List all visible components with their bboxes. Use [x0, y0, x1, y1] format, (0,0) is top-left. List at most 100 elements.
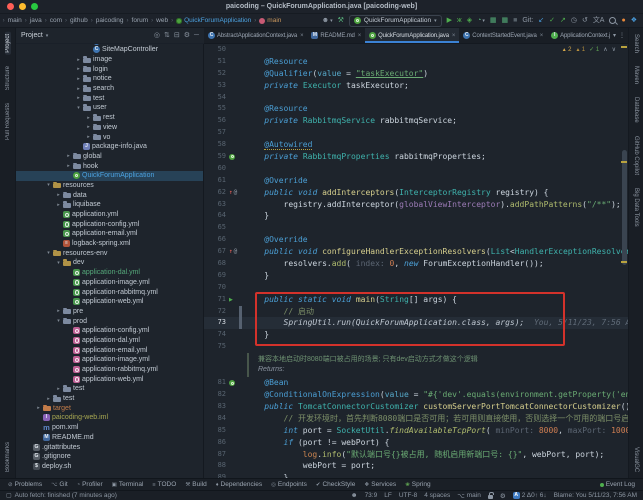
tree-item[interactable]: ▸ global — [16, 152, 203, 162]
tree-item[interactable]: application-config.yml — [16, 326, 203, 336]
tree-item[interactable]: ▸ notice — [16, 74, 203, 84]
tree-item[interactable]: ▾ resources-env — [16, 248, 203, 258]
tree-item[interactable]: ▸ target — [16, 403, 203, 413]
tree-item[interactable]: ≡ logback-spring.xml — [16, 239, 203, 249]
tree-item[interactable]: ▸ data — [16, 190, 203, 200]
stripe-button-project[interactable]: Project — [4, 32, 11, 55]
tree-item[interactable]: application-dal.yml — [16, 336, 203, 346]
project-panel-title[interactable]: Project — [21, 32, 43, 39]
tree-chevron-icon[interactable]: ▸ — [84, 124, 93, 130]
update-classes[interactable]: ▦ — [501, 16, 508, 26]
line-number[interactable]: 62 — [204, 187, 228, 199]
line-number[interactable]: 59 — [204, 151, 228, 163]
line-number[interactable]: 82 — [204, 389, 228, 401]
tree-item[interactable]: ▸ view — [16, 123, 203, 133]
line-number[interactable]: 52 — [204, 68, 228, 80]
tree-chevron-icon[interactable]: ▾ — [54, 318, 63, 324]
toolwindow-button-problems[interactable]: ⊘ Problems — [8, 481, 42, 488]
tree-item[interactable]: G .gitignore — [16, 452, 203, 462]
debug[interactable]: ж — [457, 16, 462, 26]
tree-item[interactable]: application-web.yml — [16, 297, 203, 307]
weak-warning-icon[interactable]: 1 — [575, 46, 585, 54]
line-number[interactable]: 69 — [204, 270, 228, 282]
spring-bean-icon[interactable] — [229, 153, 235, 160]
minimize-button[interactable] — [19, 3, 26, 10]
line-number[interactable]: 67 — [204, 246, 228, 258]
stripe-button-big-data-tools[interactable]: Big Data Tools — [633, 186, 639, 229]
line-number[interactable]: 53 — [204, 80, 228, 92]
toolwindow-button-todo[interactable]: ≡ TODO — [152, 481, 176, 488]
line-number[interactable]: 57 — [204, 127, 228, 139]
tree-chevron-icon[interactable]: ▾ — [74, 105, 83, 111]
line-number[interactable]: 50 — [204, 44, 228, 56]
line-number[interactable]: 54 — [204, 92, 228, 104]
tree-chevron-icon[interactable]: ▸ — [64, 163, 73, 169]
git-branch[interactable]: ⌥ main — [457, 492, 481, 500]
analyzer-widget[interactable]: A2 Δ0↑ 6↓ — [512, 492, 547, 499]
line-number[interactable]: 68 — [204, 258, 228, 270]
tree-chevron-icon[interactable]: ▸ — [54, 192, 63, 198]
code-editor[interactable]: 50 51 @Resource 52 @Qualifier(value = "tas… — [204, 44, 628, 478]
annotation-gutter-icon[interactable]: @ — [234, 187, 238, 199]
breadcrumb-item[interactable]: QuickForumApplication — [176, 17, 251, 24]
codota-dot[interactable]: ● — [621, 16, 625, 26]
line-number[interactable]: 55 — [204, 103, 228, 115]
breadcrumb-item[interactable]: forum — [132, 17, 149, 24]
tree-chevron-icon[interactable]: ▾ — [44, 250, 53, 256]
tree-item[interactable]: ▸ image — [16, 55, 203, 65]
warning-stripe-mark[interactable] — [621, 46, 627, 48]
close-button[interactable] — [7, 3, 14, 10]
line-number[interactable]: 56 — [204, 115, 228, 127]
tree-chevron-icon[interactable]: ▸ — [84, 134, 93, 140]
editor-tab[interactable]: M README.md × — [307, 28, 365, 43]
tree-item[interactable]: application-image.yml — [16, 355, 203, 365]
editor-tab[interactable]: C ContextStartedEvent.java × — [459, 28, 547, 43]
build-project[interactable]: ⚒ — [338, 16, 344, 26]
warning-stripe-mark[interactable] — [621, 261, 627, 263]
breadcrumb-item[interactable]: main — [8, 17, 22, 24]
git-push[interactable]: ↗ — [560, 16, 566, 26]
tree-chevron-icon[interactable]: ▸ — [84, 115, 93, 121]
breadcrumb-item[interactable]: com — [50, 17, 62, 24]
line-number[interactable]: 65 — [204, 222, 228, 234]
tree-item[interactable]: ▾ prod — [16, 316, 203, 326]
zoom-button[interactable] — [31, 3, 38, 10]
tree-item[interactable]: application-rabbitmq.yml — [16, 287, 203, 297]
tree-item[interactable]: Ipaicoding-web.iml — [16, 413, 203, 423]
search-everywhere[interactable] — [609, 17, 617, 24]
line-number[interactable]: 85 — [204, 425, 228, 437]
tree-chevron-icon[interactable]: ▸ — [54, 308, 63, 314]
close-icon[interactable]: × — [540, 33, 544, 39]
tree-item[interactable]: $ deploy.sh — [16, 462, 203, 472]
toolwindow-button-checkstyle[interactable]: ✔ CheckStyle — [316, 481, 355, 488]
line-number[interactable]: 61 — [204, 175, 228, 187]
tree-item[interactable]: application-rabbitmq.yml — [16, 365, 203, 375]
line-number[interactable]: 74 — [204, 329, 228, 341]
toolwindow-button-dependencies[interactable]: ♦ Dependencies — [216, 481, 262, 488]
tree-item[interactable]: application-email.yml — [16, 345, 203, 355]
line-number[interactable]: 64 — [204, 210, 228, 222]
tree-chevron-icon[interactable]: ▾ — [54, 260, 63, 266]
readonly-lock[interactable] — [487, 491, 494, 499]
settings-gear-icon[interactable]: ⚙ — [184, 32, 190, 39]
toolwindow-button-spring[interactable]: ❀ Spring — [405, 481, 430, 488]
locate-file-icon[interactable]: ◎ — [154, 32, 160, 39]
tree-item[interactable]: ▸ liquibase — [16, 200, 203, 210]
stripe-button-structure[interactable]: Structure — [5, 64, 11, 92]
breadcrumb-item[interactable]: main — [259, 17, 281, 24]
tree-chevron-icon[interactable]: ▸ — [54, 386, 63, 392]
rollback[interactable]: ↺ — [582, 16, 588, 26]
tree-item[interactable]: ▸ pre — [16, 307, 203, 317]
stripe-button-database[interactable]: Database — [633, 95, 639, 125]
tree-chevron-icon[interactable]: ▸ — [44, 396, 53, 402]
tree-chevron-icon[interactable]: ▸ — [54, 202, 63, 208]
toolwindow-button-services[interactable]: ❖ Services — [364, 481, 396, 488]
override-icon[interactable]: ↑ — [229, 187, 233, 199]
line-number[interactable]: 58 — [204, 139, 228, 151]
close-icon[interactable]: × — [300, 33, 304, 39]
scrollbar-thumb[interactable] — [622, 150, 627, 265]
breadcrumb-item[interactable]: paicoding — [96, 17, 124, 24]
breadcrumb-item[interactable]: github — [70, 17, 88, 24]
line-number[interactable]: 71 — [204, 294, 228, 306]
tree-chevron-icon[interactable]: ▸ — [74, 86, 83, 92]
